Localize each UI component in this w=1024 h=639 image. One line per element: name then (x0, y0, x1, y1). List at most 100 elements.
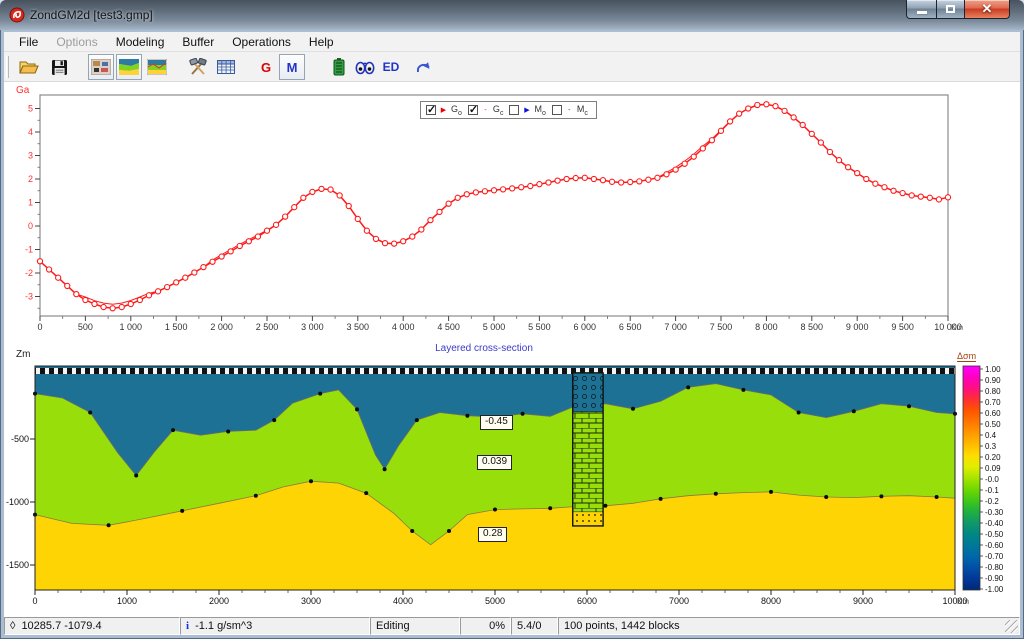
svg-text:4000: 4000 (393, 596, 413, 606)
svg-text:5: 5 (28, 104, 33, 114)
profile-series (37, 102, 950, 311)
svg-text:-3: -3 (25, 292, 33, 302)
legend-checkbox-mo[interactable] (509, 105, 519, 115)
undo-button[interactable] (410, 54, 436, 80)
svg-text:3000: 3000 (301, 596, 321, 606)
legend-checkbox-go[interactable] (426, 105, 436, 115)
status-progress: 0% (460, 617, 511, 635)
svg-text:5 000: 5 000 (483, 322, 506, 332)
cross-section-chart[interactable]: Layered cross-section Zm Δσm 01000200030… (4, 338, 1020, 615)
svg-text:4 000: 4 000 (392, 322, 415, 332)
svg-text:6000: 6000 (577, 596, 597, 606)
svg-text:2 500: 2 500 (256, 322, 279, 332)
view-observed-button[interactable] (88, 54, 114, 80)
resize-grip[interactable] (1005, 620, 1018, 633)
svg-text:-1000: -1000 (6, 497, 29, 507)
info-icon: i (186, 620, 189, 632)
minimize-button[interactable] (906, 0, 936, 19)
view-combined-button[interactable] (144, 54, 170, 80)
svg-text:3: 3 (28, 151, 33, 161)
svg-text:0.20: 0.20 (985, 453, 1001, 462)
undo-icon (414, 60, 432, 74)
svg-text:-0.1: -0.1 (985, 486, 999, 495)
gravity-mode-button[interactable]: G (253, 54, 279, 80)
status-model-info: 100 points, 1442 blocks (558, 617, 1020, 635)
svg-text:8 000: 8 000 (755, 322, 778, 332)
svg-text:1: 1 (28, 198, 33, 208)
legend-label: Mo (534, 104, 545, 117)
toolbar-grip[interactable] (6, 56, 9, 78)
legend-marker-icon: ▶ (522, 106, 531, 114)
cross-section-plot[interactable]: 0100020003000400050006000700080009000100… (4, 338, 1020, 615)
title-bar[interactable]: ZondGM2d [test3.gmp] ✕ (0, 0, 1024, 30)
gravity-axis-label: Ga (16, 85, 29, 96)
svg-text:500: 500 (78, 322, 93, 332)
minimize-icon (917, 11, 927, 14)
svg-text:8000: 8000 (761, 596, 781, 606)
borehole-column (573, 373, 603, 526)
svg-text:0.70: 0.70 (985, 398, 1001, 407)
hammers-icon (188, 58, 208, 76)
ed-label: ED (383, 60, 400, 74)
svg-text:-500: -500 (11, 434, 29, 444)
legend-label: Gc (493, 104, 504, 117)
status-mode: Editing (370, 617, 460, 635)
menu-item-operations[interactable]: Operations (223, 33, 300, 51)
window-border (0, 635, 1024, 639)
save-button[interactable] (46, 54, 72, 80)
legend-label: Go (451, 104, 462, 117)
magnetic-mode-button[interactable]: M (279, 54, 305, 80)
svg-text:2 000: 2 000 (210, 322, 233, 332)
close-button[interactable]: ✕ (965, 0, 1010, 19)
svg-text:-0.90: -0.90 (985, 574, 1004, 583)
svg-text:1.00: 1.00 (985, 365, 1001, 374)
svg-text:-0.40: -0.40 (985, 519, 1004, 528)
maximize-button[interactable] (936, 0, 965, 19)
colorbar-title: Δσm (957, 351, 976, 362)
model-view-3-icon (147, 59, 167, 75)
gravity-profile-chart[interactable]: Ga 05001 0001 5002 0002 5003 0003 5004 0… (4, 82, 1020, 338)
table-button[interactable] (213, 54, 239, 80)
svg-text:5 500: 5 500 (528, 322, 551, 332)
svg-text:1000: 1000 (117, 596, 137, 606)
ed-button[interactable]: ED (378, 54, 404, 80)
legend-marker-icon: - (481, 107, 490, 114)
legend-checkbox-mc[interactable] (552, 105, 562, 115)
svg-text:-0.2: -0.2 (985, 497, 999, 506)
gravity-label: G (261, 60, 271, 75)
menu-bar: FileOptionsModelingBufferOperationsHelp (4, 32, 1020, 52)
svg-text:-0.50: -0.50 (985, 530, 1004, 539)
binoculars-icon (355, 59, 375, 75)
view-section-button[interactable] (116, 54, 142, 80)
svg-text:4 500: 4 500 (437, 322, 460, 332)
open-button[interactable] (16, 54, 42, 80)
tools-button[interactable] (185, 54, 211, 80)
menu-item-modeling[interactable]: Modeling (107, 33, 174, 51)
status-coordinates: ◊ 10285.7 -1079.4 (4, 617, 180, 635)
legend-checkbox-gc[interactable] (468, 105, 478, 115)
svg-text:1 000: 1 000 (120, 322, 143, 332)
magnetic-label: M (287, 60, 298, 75)
depth-axis-label: Zm (16, 349, 30, 360)
colorbar: 1.000.900.800.700.600.500.40.30.200.09-0… (963, 365, 1004, 594)
svg-text:-1500: -1500 (6, 560, 29, 570)
binoculars-button[interactable] (352, 54, 378, 80)
svg-text:0.3: 0.3 (985, 442, 997, 451)
gravity-profile-plot[interactable]: 05001 0001 5002 0002 5003 0003 5004 0004… (4, 82, 1020, 338)
svg-text:9 500: 9 500 (891, 322, 914, 332)
svg-text:2: 2 (28, 174, 33, 184)
x-unit-label: Km (957, 597, 969, 606)
model-view-2-icon (119, 59, 139, 75)
battery-button[interactable] (326, 54, 352, 80)
svg-text:0.4: 0.4 (985, 431, 997, 440)
client-area: FileOptionsModelingBufferOperationsHelp (4, 32, 1020, 617)
x-unit-label: Km (951, 323, 963, 332)
menu-item-help[interactable]: Help (300, 33, 343, 51)
svg-text:0.09: 0.09 (985, 464, 1001, 473)
svg-text:1 500: 1 500 (165, 322, 188, 332)
density-label-middle: 0.039 (477, 455, 512, 470)
maximize-icon (946, 5, 955, 13)
menu-item-buffer[interactable]: Buffer (173, 33, 223, 51)
svg-text:-0.30: -0.30 (985, 508, 1004, 517)
menu-item-file[interactable]: File (10, 33, 47, 51)
